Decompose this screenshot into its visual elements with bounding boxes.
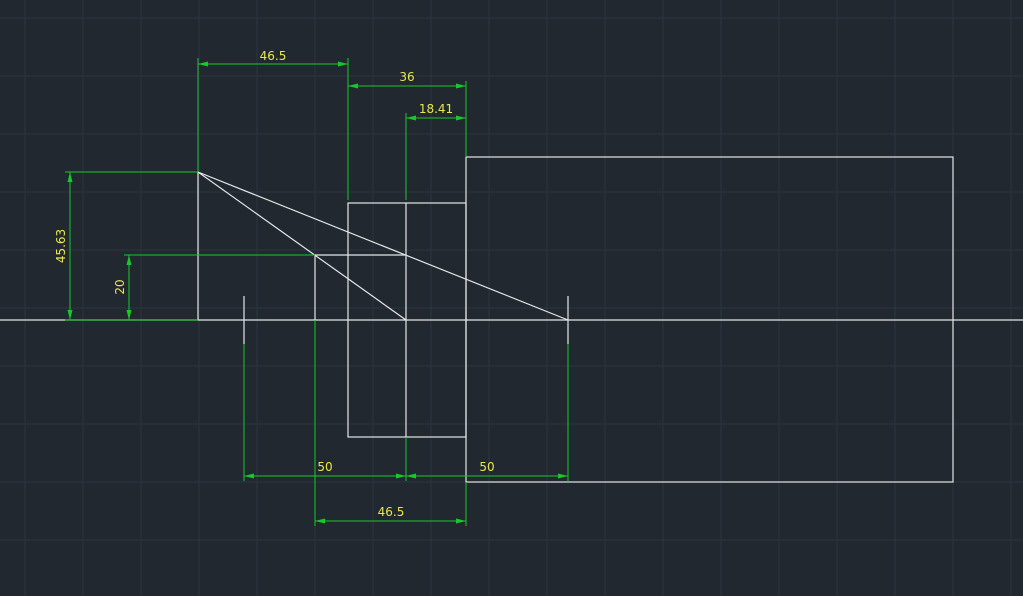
dim-label-left-20: 20 <box>113 279 127 294</box>
dim-label-bottom-50-right: 50 <box>479 460 494 474</box>
dim-label-bottom-50-left: 50 <box>317 460 332 474</box>
dim-label-left-4563: 45.63 <box>54 229 68 263</box>
dim-label-top-36: 36 <box>399 70 414 84</box>
cad-drawing-canvas[interactable]: 46.5 36 18.41 45.63 20 50 50 46.5 <box>0 0 1023 596</box>
dim-label-top-465: 46.5 <box>260 49 287 63</box>
dim-label-top-1841: 18.41 <box>419 102 453 116</box>
dim-label-bottom-465: 46.5 <box>378 505 405 519</box>
